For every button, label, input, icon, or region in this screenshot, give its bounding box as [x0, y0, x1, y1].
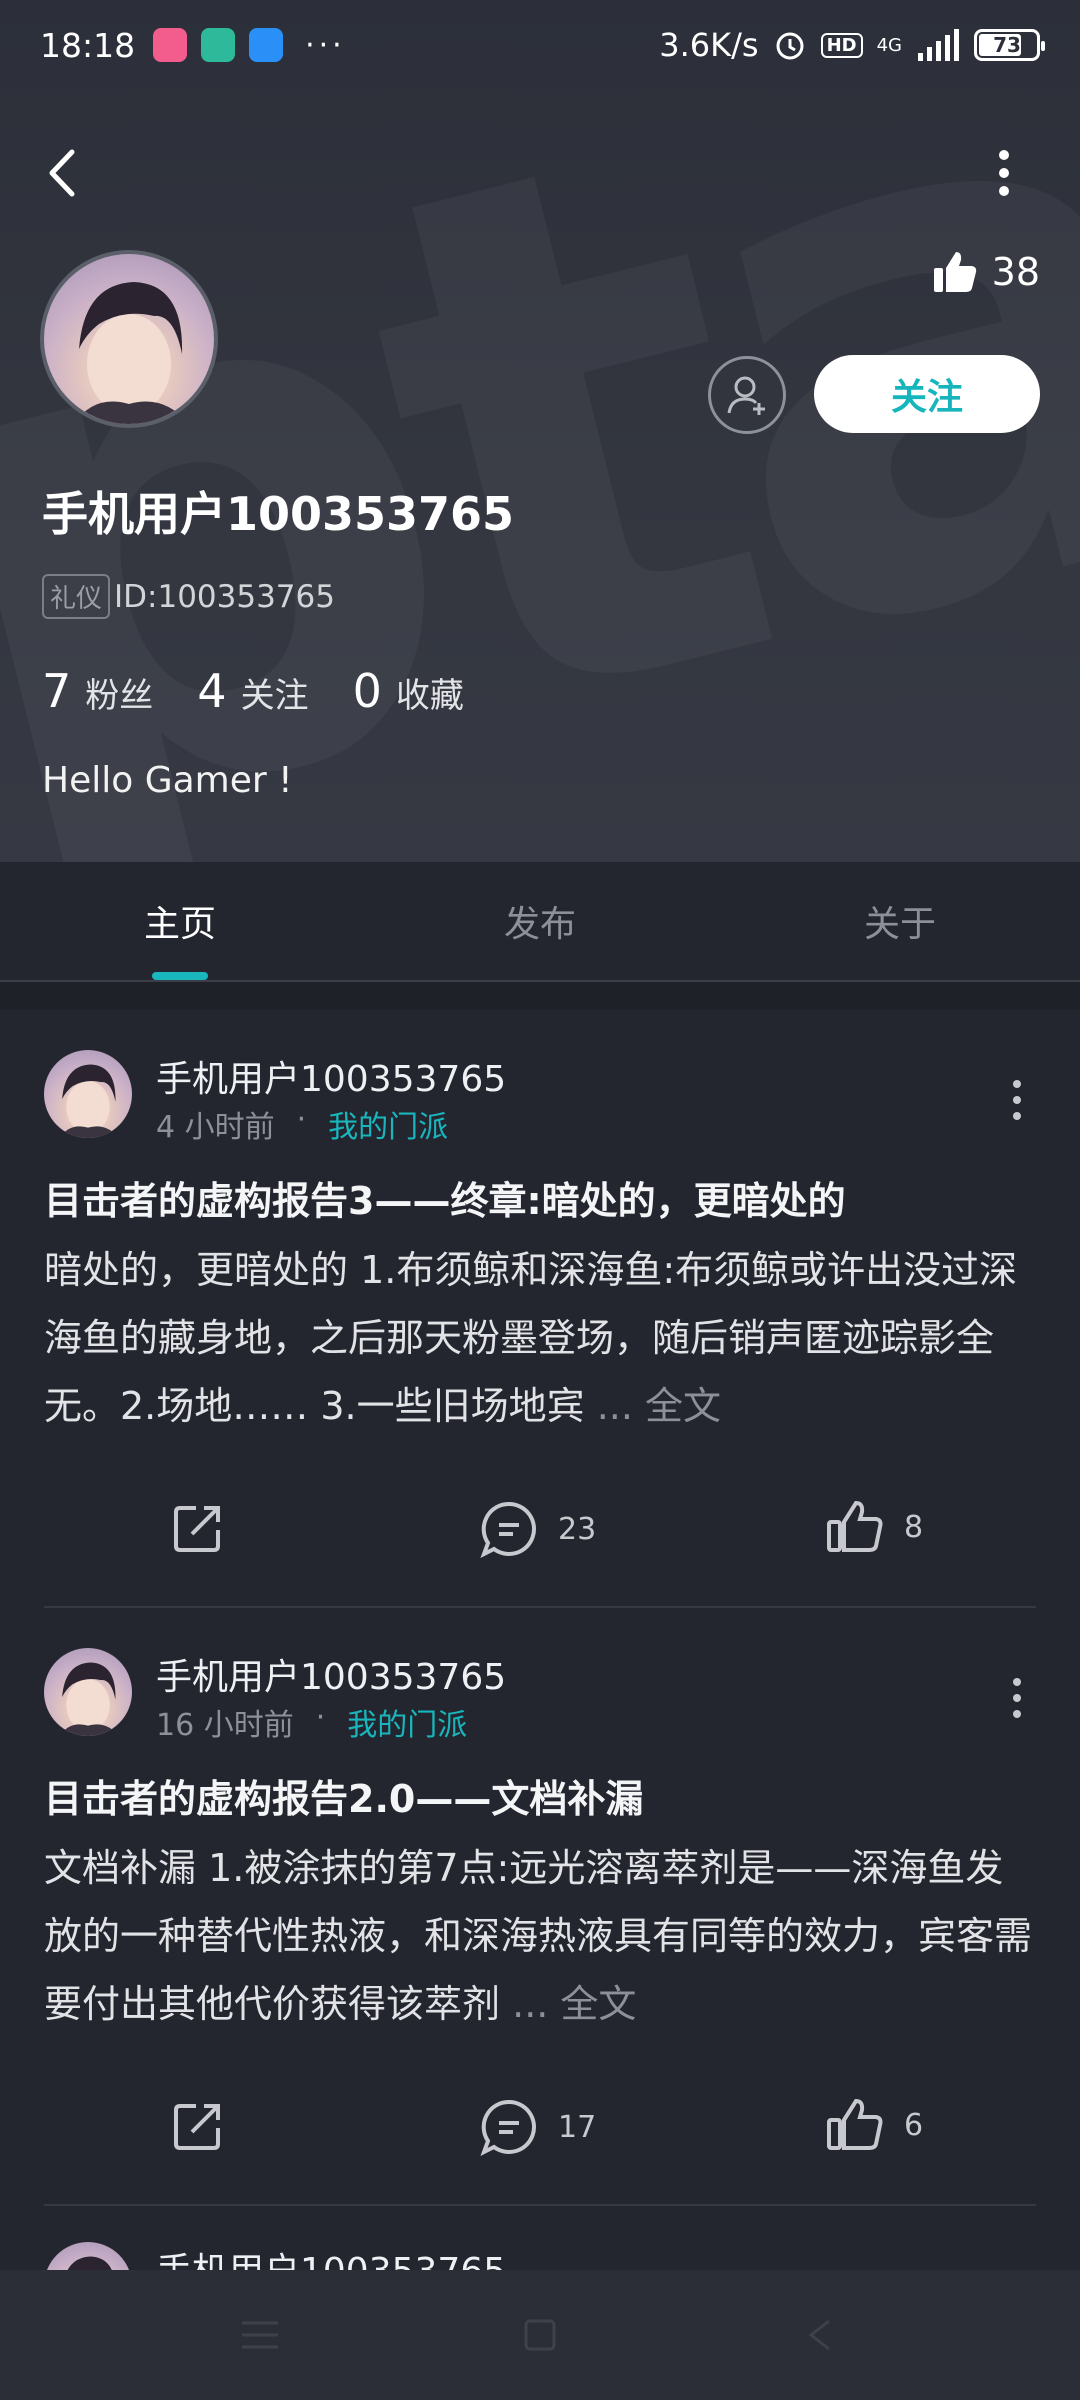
comment-icon	[480, 1501, 536, 1558]
post-username[interactable]: 手机用户100353765	[156, 1648, 506, 1700]
post-group-link[interactable]: 我的门派	[347, 1700, 467, 1744]
thumbs-up-outline-icon	[827, 1500, 883, 1552]
net-speed: 3.6K/s	[659, 26, 759, 64]
post-card[interactable]: 手机用户100353765 16 小时前 · 我的门派 目击者的虚构报告2.0—…	[44, 1608, 1036, 2206]
back-nav-button[interactable]	[790, 2305, 850, 2365]
alarm-icon	[776, 32, 804, 60]
avatar-image	[74, 282, 189, 424]
section-divider	[0, 982, 1080, 1010]
share-button[interactable]	[170, 2098, 226, 2154]
back-triangle-icon	[808, 2319, 830, 2351]
profile-stats: 7 粉丝 4 关注 0 收藏	[42, 664, 464, 718]
avatar-image	[59, 1662, 120, 1736]
back-arrow-icon[interactable]	[42, 148, 82, 198]
comment-button[interactable]: 17	[480, 2098, 596, 2156]
hd-badge: HD	[820, 32, 863, 58]
profile-avatar[interactable]	[40, 250, 218, 428]
tab-posts[interactable]: 发布	[360, 862, 720, 980]
like-count: 6	[904, 2107, 924, 2143]
more-notifications-icon: ···	[305, 27, 346, 63]
post-actions: 17 6	[44, 2068, 1036, 2188]
avatar-image	[59, 1064, 120, 1138]
post-meta: 16 小时前 · 我的门派	[156, 1700, 467, 1744]
profile-bio: Hello Gamer !	[42, 760, 293, 801]
status-bar: 18:18 ··· 3.6K/s HD 4G 73	[0, 0, 1080, 90]
meta-separator: ·	[315, 1700, 326, 1735]
battery-icon: 73	[974, 29, 1045, 61]
post-avatar[interactable]	[44, 1648, 132, 1736]
comment-count: 23	[558, 1511, 597, 1547]
profile-id-row: 礼仪 ID:100353765	[42, 574, 335, 619]
share-icon	[174, 2104, 220, 2150]
like-button[interactable]: 6	[826, 2098, 923, 2152]
comment-icon	[480, 2099, 536, 2156]
post-time: 16 小时前	[156, 1708, 294, 1743]
signal-icon	[918, 29, 959, 61]
post-feed: 手机用户100353765 4 小时前 · 我的门派 目击者的虚构报告3——终章…	[0, 1010, 1080, 2286]
signal-label: 4G	[876, 34, 902, 56]
meta-separator: ·	[296, 1102, 307, 1137]
share-icon	[174, 1506, 220, 1552]
post-body-text: 暗处的，更暗处的 1.布须鲸和深海鱼:布须鲸或许出没过深海鱼的藏身地，之后那天粉…	[44, 1248, 1018, 1428]
follow-button[interactable]: 关注	[814, 355, 1040, 433]
post-body[interactable]: 暗处的，更暗处的 1.布须鲸和深海鱼:布须鲸或许出没过深海鱼的藏身地，之后那天粉…	[44, 1236, 1036, 1440]
battery-level: 73	[993, 33, 1021, 57]
comment-button[interactable]: 23	[480, 1500, 596, 1558]
post-avatar[interactable]	[44, 1050, 132, 1138]
stat-favorites[interactable]: 0 收藏	[353, 664, 464, 718]
like-count: 8	[904, 1509, 924, 1545]
post-meta: 4 小时前 · 我的门派	[156, 1102, 448, 1146]
stat-number: 0	[352, 664, 382, 718]
add-user-icon	[727, 376, 765, 415]
stat-number: 7	[42, 664, 72, 718]
stat-label: 粉丝	[85, 676, 154, 716]
stat-following[interactable]: 4 关注	[197, 664, 308, 718]
home-square-icon	[524, 2319, 556, 2351]
post-group-link[interactable]: 我的门派	[328, 1102, 448, 1146]
add-friend-button[interactable]	[708, 356, 786, 434]
post-time: 4 小时前	[156, 1110, 275, 1145]
post-more-icon[interactable]	[1012, 1080, 1022, 1120]
stat-fans[interactable]: 7 粉丝	[42, 664, 153, 718]
post-title[interactable]: 目击者的虚构报告2.0——文档补漏	[44, 1768, 1036, 1823]
profile-tabs: 主页 发布 关于	[0, 862, 1080, 982]
stat-number: 4	[197, 664, 227, 718]
post-username[interactable]: 手机用户100353765	[156, 1050, 506, 1102]
stat-label: 关注	[240, 676, 309, 716]
likes-count: 38	[991, 250, 1040, 294]
more-options-icon[interactable]	[996, 150, 1012, 196]
thumbs-up-outline-icon	[827, 2098, 883, 2150]
menu-icon	[242, 2321, 278, 2349]
status-time: 18:18	[40, 25, 136, 65]
post-body[interactable]: 文档补漏 1.被涂抹的第7点:远光溶离萃剂是——深海鱼发放的一种替代性热液，和深…	[44, 1834, 1036, 2038]
menu-nav-button[interactable]	[230, 2305, 290, 2365]
stat-label: 收藏	[395, 676, 464, 716]
system-nav-bar	[0, 2270, 1080, 2400]
tab-about[interactable]: 关于	[720, 862, 1080, 980]
like-button[interactable]: 8	[826, 1500, 923, 1554]
post-more-icon[interactable]	[1012, 1678, 1022, 1718]
profile-likes: 38	[932, 250, 1040, 294]
post-card[interactable]: 手机用户100353765 4 小时前 · 我的门派 目击者的虚构报告3——终章…	[44, 1010, 1036, 1608]
share-button[interactable]	[170, 1500, 226, 1556]
tab-home[interactable]: 主页	[0, 862, 360, 980]
post-title[interactable]: 目击者的虚构报告3——终章:暗处的，更暗处的	[44, 1170, 1036, 1225]
profile-username: 手机用户100353765	[42, 487, 515, 541]
profile-header: ptar 18:18 ··· 3.6K/s HD 4G 73 38	[0, 0, 1080, 862]
profile-id: ID:100353765	[114, 578, 335, 615]
read-more-link[interactable]: ... 全文	[512, 1982, 636, 2026]
bilibili-app-icon	[153, 28, 188, 62]
message-app-icon	[249, 28, 284, 62]
comment-count: 17	[558, 2109, 597, 2145]
home-nav-button[interactable]	[510, 2305, 570, 2365]
boss-app-icon	[201, 28, 236, 62]
post-actions: 23 8	[44, 1470, 1036, 1590]
id-tag-badge: 礼仪	[42, 574, 111, 619]
thumbs-up-icon	[933, 252, 976, 292]
read-more-link[interactable]: ... 全文	[597, 1384, 721, 1428]
